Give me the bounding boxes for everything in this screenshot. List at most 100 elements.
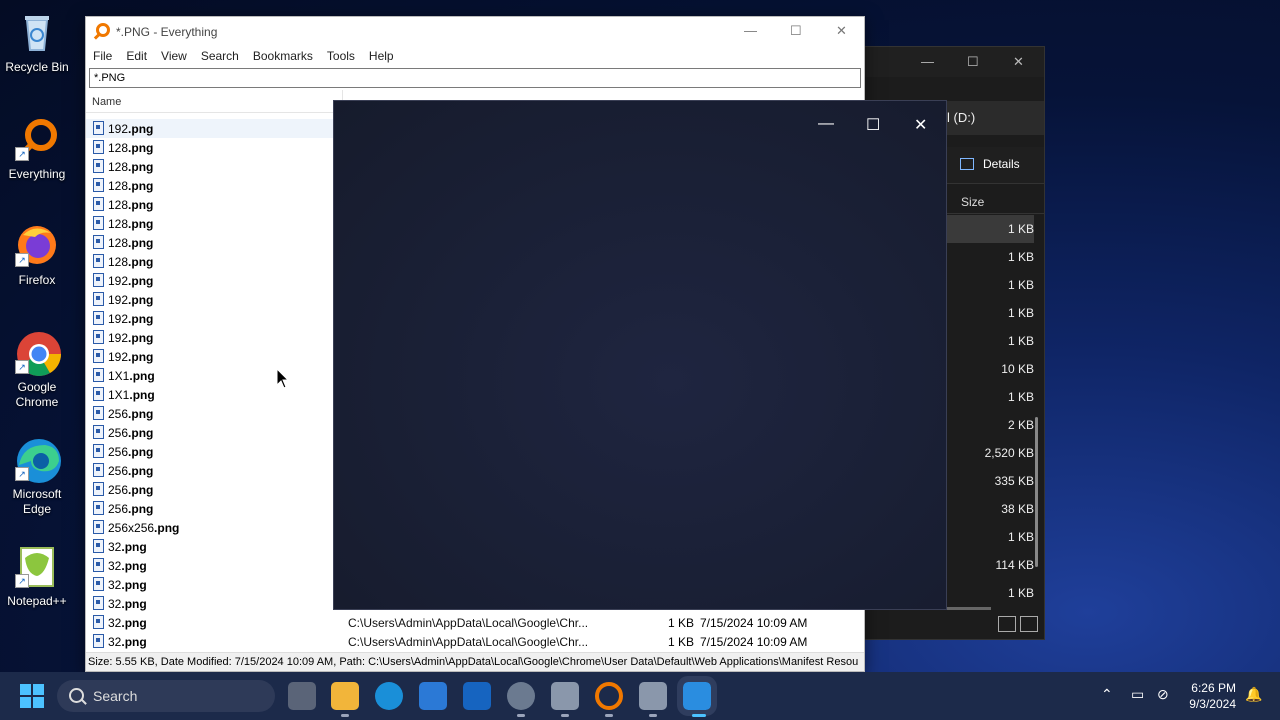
menu-file[interactable]: File	[86, 46, 119, 66]
maximize-icon[interactable]: ☐	[967, 54, 979, 70]
maximize-icon[interactable]: ☐	[790, 23, 802, 39]
name-ext: .png	[128, 141, 154, 155]
file-name: 32.png	[108, 540, 147, 554]
running-indicator	[517, 714, 525, 717]
file-name: 128.png	[108, 217, 153, 231]
address-text: l (D:)	[947, 110, 976, 125]
desktop-icon-google-chrome[interactable]: ↗ Google Chrome	[0, 330, 74, 410]
desktop-icon-recycle-bin[interactable]: Recycle Bin	[0, 10, 74, 75]
name-ext: .png	[129, 369, 155, 383]
blank-dark-window[interactable]: — ☐ ✕	[333, 100, 947, 610]
minimize-icon[interactable]: —	[921, 54, 934, 69]
name-base: 128	[108, 217, 129, 231]
everything-titlebar[interactable]: *.PNG - Everything — ☐ ✕	[86, 17, 864, 46]
png-file-icon	[93, 539, 104, 553]
active-indicator	[692, 714, 706, 717]
tiles-view-icon[interactable]	[1020, 616, 1038, 632]
maximize-icon[interactable]: ☐	[866, 115, 880, 135]
app-taskbar-icon[interactable]	[639, 682, 667, 710]
outlook-taskbar-icon[interactable]	[463, 682, 491, 710]
menu-bookmarks[interactable]: Bookmarks	[246, 46, 320, 66]
details-pane-icon	[960, 158, 974, 170]
close-icon[interactable]: ✕	[1013, 54, 1024, 70]
app-taskbar-icon[interactable]	[551, 682, 579, 710]
desktop-icon-label: Notepad++	[7, 594, 67, 608]
desktop-icon-notepad-plus-plus[interactable]: ↗ Notepad++	[0, 544, 74, 609]
file-date: 7/15/2024 10:09 AM	[700, 616, 808, 630]
png-file-icon	[93, 425, 104, 439]
file-name: 256.png	[108, 426, 153, 440]
menu-view[interactable]: View	[154, 46, 194, 66]
name-base: 32	[108, 635, 122, 649]
png-file-icon	[93, 520, 104, 534]
close-icon[interactable]: ✕	[836, 23, 847, 39]
name-base: 128	[108, 255, 129, 269]
everything-app-icon: ↗	[15, 117, 59, 161]
start-button[interactable]	[20, 684, 44, 708]
recycle-bin-icon	[15, 10, 59, 54]
file-name: 192.png	[108, 293, 153, 307]
name-ext: .png	[121, 616, 147, 630]
png-file-icon	[93, 501, 104, 515]
search-input[interactable]: *.PNG	[89, 68, 861, 88]
name-base: 256	[108, 407, 129, 421]
menu-tools[interactable]: Tools	[320, 46, 362, 66]
file-size: 1 KB	[668, 635, 695, 649]
file-explorer-taskbar-icon[interactable]	[331, 682, 359, 710]
vertical-scrollbar[interactable]	[1035, 417, 1038, 567]
photos-taskbar-icon[interactable]	[677, 676, 717, 716]
result-row[interactable]: 32.png C:\Users\Admin\AppData\Local\Googl…	[86, 613, 864, 632]
store-taskbar-icon[interactable]	[419, 682, 447, 710]
volume-icon[interactable]: ⊘	[1157, 686, 1169, 703]
everything-taskbar-icon[interactable]	[595, 682, 623, 710]
name-base: 1X1	[108, 369, 130, 383]
name-base: 128	[108, 236, 129, 250]
minimize-icon[interactable]: —	[744, 23, 757, 38]
file-name: 256x256.png	[108, 521, 179, 535]
search-icon	[69, 688, 84, 703]
name-header-label: Name	[92, 96, 122, 108]
desktop-icon-microsoft-edge[interactable]: ↗ Microsoft Edge	[0, 437, 74, 517]
name-base: 192	[108, 122, 129, 136]
png-file-icon	[93, 254, 104, 268]
name-ext: .png	[128, 217, 154, 231]
desktop-icon-firefox[interactable]: ↗ Firefox	[0, 223, 74, 288]
details-view-icon[interactable]	[998, 616, 1016, 632]
show-hidden-icons-icon[interactable]: ⌃	[1101, 686, 1113, 703]
png-file-icon	[93, 216, 104, 230]
task-view-icon[interactable]	[288, 682, 316, 710]
edge-taskbar-icon[interactable]	[375, 682, 403, 710]
file-name: 256.png	[108, 502, 153, 516]
name-base: 192	[108, 293, 129, 307]
png-file-icon	[93, 444, 104, 458]
close-icon[interactable]: ✕	[914, 115, 927, 135]
desktop-icon-label: Recycle Bin	[5, 60, 69, 74]
desktop-icon-everything[interactable]: ↗ Everything	[0, 117, 74, 182]
notification-bell-icon[interactable]: 🔔	[1245, 686, 1262, 703]
name-ext: .png	[121, 559, 147, 573]
file-name: 32.png	[108, 597, 147, 611]
file-name: 1X1.png	[108, 369, 155, 383]
menu-help[interactable]: Help	[362, 46, 401, 66]
name-base: 192	[108, 331, 129, 345]
details-button[interactable]: Details	[983, 157, 1020, 171]
name-base: 32	[108, 578, 122, 592]
clock[interactable]: 6:26 PM 9/3/2024	[1189, 680, 1236, 712]
clock-time: 6:26 PM	[1191, 681, 1236, 695]
taskbar-search[interactable]: Search	[57, 680, 275, 712]
name-ext: .png	[128, 407, 154, 421]
result-row[interactable]: 32.png C:\Users\Admin\AppData\Local\Googl…	[86, 632, 864, 651]
png-file-icon	[93, 387, 104, 401]
taskbar-search-label: Search	[93, 688, 138, 704]
settings-taskbar-icon[interactable]	[507, 682, 535, 710]
edge-icon: ↗	[15, 437, 61, 483]
shortcut-arrow-icon: ↗	[15, 467, 29, 481]
network-icon[interactable]: ▭	[1131, 686, 1144, 703]
minimize-icon[interactable]: —	[818, 115, 834, 133]
png-file-icon	[93, 615, 104, 629]
menu-search[interactable]: Search	[194, 46, 246, 66]
explorer-titlebar[interactable]: — ☐ ✕	[863, 47, 1044, 77]
png-file-icon	[93, 596, 104, 610]
name-base: 192	[108, 312, 129, 326]
menu-edit[interactable]: Edit	[119, 46, 154, 66]
